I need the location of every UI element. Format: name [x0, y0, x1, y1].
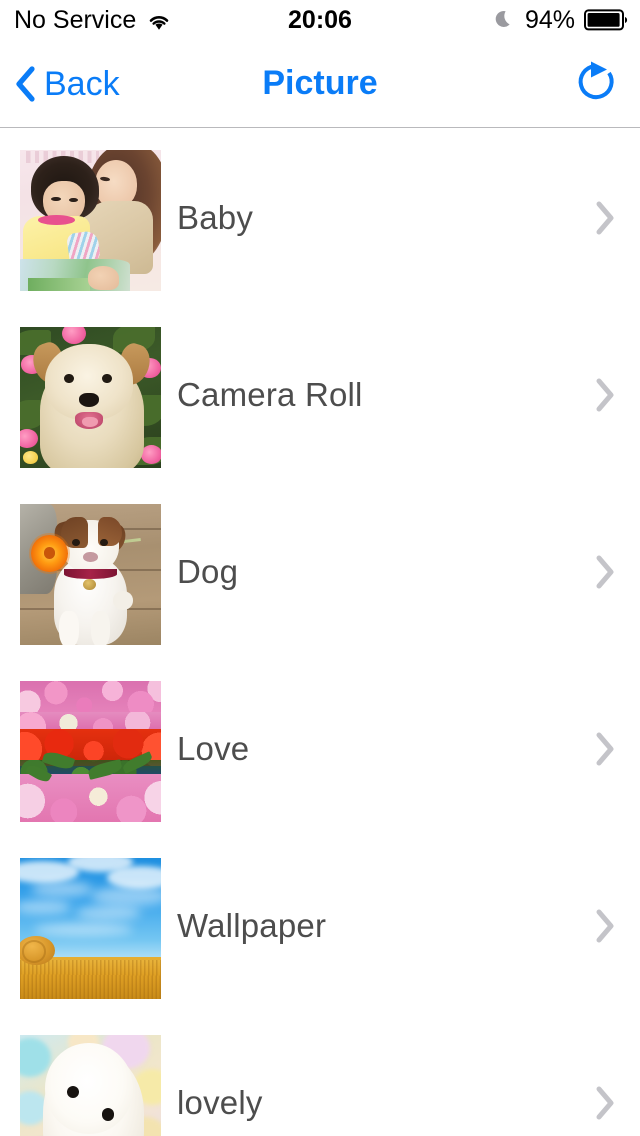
list-item[interactable]: Love — [0, 660, 640, 837]
chevron-right-icon[interactable] — [592, 375, 618, 415]
list-item[interactable]: Wallpaper — [0, 837, 640, 1014]
moon-icon — [494, 9, 516, 31]
album-thumbnail — [20, 327, 161, 468]
chevron-right-icon[interactable] — [592, 729, 618, 769]
list-item[interactable]: Camera Roll — [0, 306, 640, 483]
chevron-right-icon[interactable] — [592, 198, 618, 238]
album-name: lovely — [177, 1083, 263, 1121]
list-item[interactable]: lovely — [0, 1014, 640, 1136]
battery-percent-label: 94% — [524, 5, 575, 34]
album-name: Love — [177, 729, 250, 767]
album-name: Dog — [177, 552, 239, 590]
album-name: Camera Roll — [177, 375, 363, 413]
list-item[interactable]: Dog — [0, 483, 640, 660]
chevron-right-icon[interactable] — [592, 552, 618, 592]
clock-label: 20:06 — [288, 5, 352, 34]
album-thumbnail — [20, 150, 161, 291]
album-thumbnail — [20, 504, 161, 645]
status-bar-right: 94% — [494, 0, 628, 40]
album-thumbnail — [20, 1035, 161, 1136]
album-name: Wallpaper — [177, 906, 327, 944]
chevron-right-icon[interactable] — [592, 906, 618, 946]
battery-icon — [584, 9, 628, 31]
refresh-button[interactable] — [574, 61, 618, 107]
page-title: Picture — [262, 64, 378, 102]
album-thumbnail — [20, 681, 161, 822]
refresh-icon — [574, 61, 618, 107]
album-thumbnail — [20, 858, 161, 999]
list-item[interactable]: Baby — [0, 129, 640, 306]
navigation-bar: Back Picture — [0, 40, 640, 128]
status-bar: No Service 20:06 94% — [0, 0, 640, 40]
chevron-right-icon[interactable] — [592, 1083, 618, 1123]
app-screen: No Service 20:06 94% Back Picture Baby C… — [0, 0, 640, 1136]
album-list[interactable]: Baby Camera Roll Dog Love Wallpaper love… — [0, 129, 640, 1136]
album-name: Baby — [177, 198, 254, 236]
